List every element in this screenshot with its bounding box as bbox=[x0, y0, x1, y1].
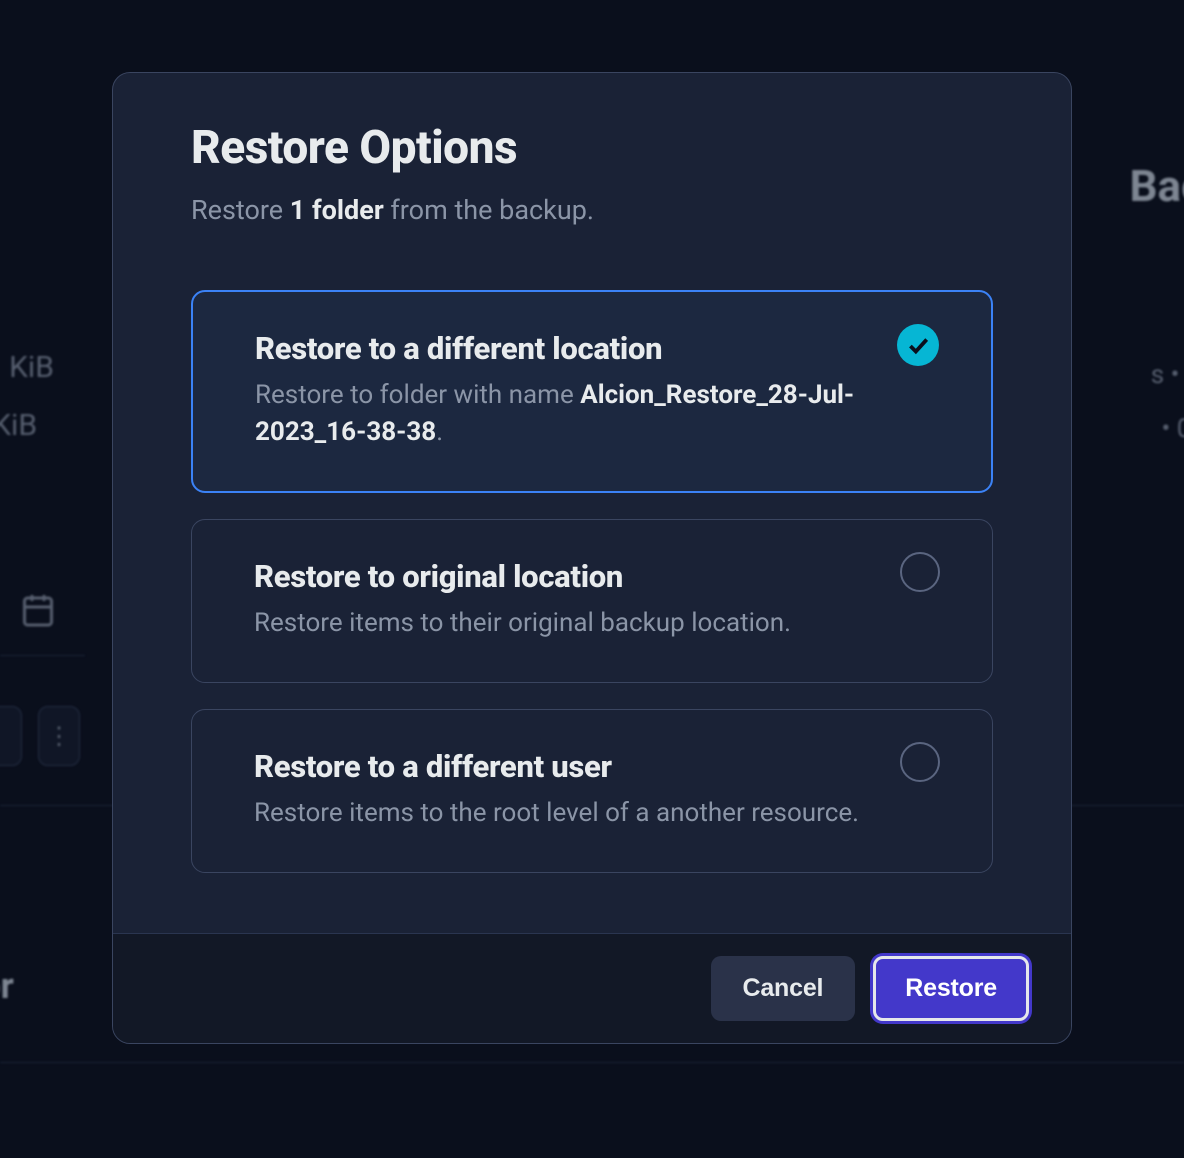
desc-prefix: Restore to folder with name bbox=[255, 380, 580, 410]
modal-body: Restore Options Restore 1 folder from th… bbox=[113, 73, 1071, 933]
modal-footer: Cancel Restore bbox=[113, 933, 1071, 1043]
check-icon bbox=[897, 324, 939, 366]
option-description: Restore to folder with name Alcion_Resto… bbox=[255, 377, 867, 451]
option-title: Restore to original location bbox=[254, 558, 870, 595]
cancel-button[interactable]: Cancel bbox=[711, 956, 856, 1021]
subtitle-prefix: Restore bbox=[191, 194, 290, 226]
subtitle-bold: 1 folder bbox=[290, 194, 384, 226]
option-content: Restore to a different location Restore … bbox=[255, 330, 867, 451]
option-description: Restore items to the root level of a ano… bbox=[254, 795, 870, 832]
option-title: Restore to a different location bbox=[255, 330, 867, 367]
desc-prefix: Restore items to their original backup l… bbox=[254, 608, 791, 638]
option-different-user[interactable]: Restore to a different user Restore item… bbox=[191, 709, 993, 873]
restore-button[interactable]: Restore bbox=[873, 956, 1029, 1021]
option-original-location[interactable]: Restore to original location Restore ite… bbox=[191, 519, 993, 683]
option-different-location[interactable]: Restore to a different location Restore … bbox=[191, 290, 993, 493]
restore-options-modal: Restore Options Restore 1 folder from th… bbox=[112, 72, 1072, 1044]
desc-suffix: . bbox=[436, 417, 443, 447]
option-content: Restore to a different user Restore item… bbox=[254, 748, 870, 832]
modal-overlay: Restore Options Restore 1 folder from th… bbox=[0, 0, 1184, 1158]
option-content: Restore to original location Restore ite… bbox=[254, 558, 870, 642]
option-indicator-selected bbox=[897, 324, 939, 366]
option-indicator-unselected bbox=[900, 552, 940, 592]
modal-title: Restore Options bbox=[191, 121, 993, 175]
option-indicator-unselected bbox=[900, 742, 940, 782]
radio-icon bbox=[900, 742, 940, 782]
subtitle-suffix: from the backup. bbox=[384, 194, 594, 226]
modal-subtitle: Restore 1 folder from the backup. bbox=[191, 193, 993, 228]
radio-icon bbox=[900, 552, 940, 592]
desc-prefix: Restore items to the root level of a ano… bbox=[254, 798, 859, 828]
restore-options-group: Restore to a different location Restore … bbox=[191, 290, 993, 873]
option-description: Restore items to their original backup l… bbox=[254, 605, 870, 642]
option-title: Restore to a different user bbox=[254, 748, 870, 785]
